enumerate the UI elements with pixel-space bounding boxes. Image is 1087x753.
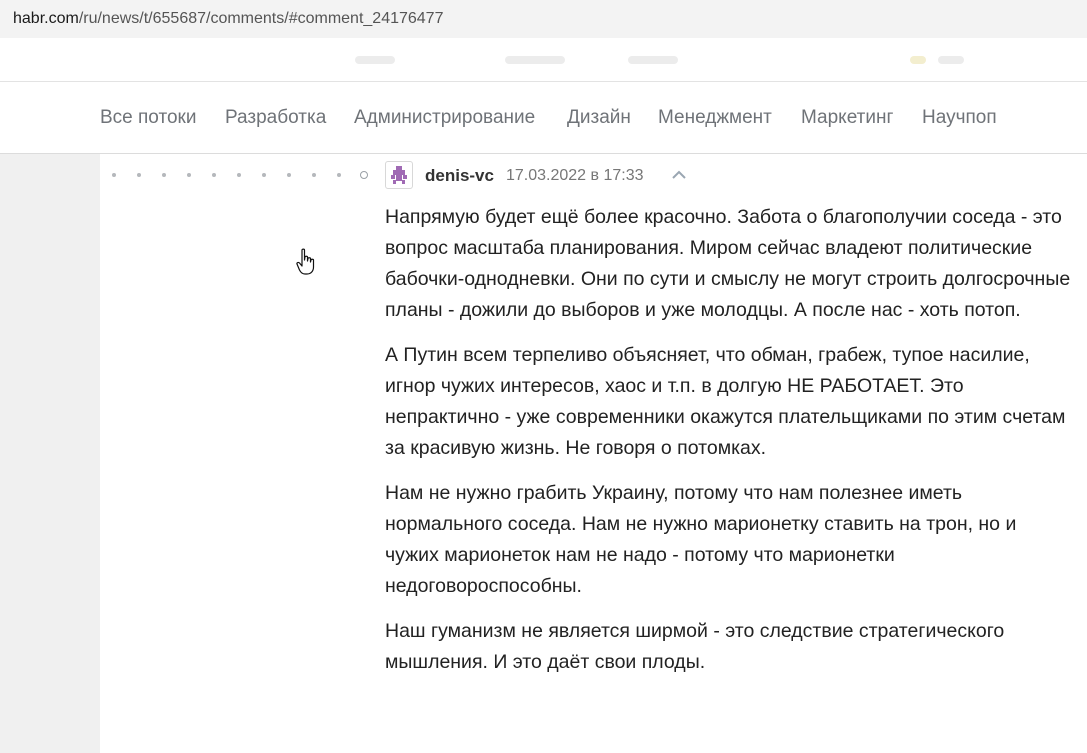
faded-header-icon xyxy=(910,56,926,64)
comment-meta: denis-vc 17.03.2022 в 17:33 xyxy=(385,161,1085,191)
nav-item-administration[interactable]: Администрирование xyxy=(354,107,535,129)
nav-item-development[interactable]: Разработка xyxy=(225,107,326,129)
comment-body: Напрямую будет ещё более красочно. Забот… xyxy=(385,202,1075,692)
comment-date[interactable]: 17.03.2022 в 17:33 xyxy=(506,167,644,185)
flows-navigation: Все потоки Разработка Администрирование … xyxy=(0,82,1087,154)
chevron-up-icon[interactable] xyxy=(671,170,687,180)
thread-dot xyxy=(287,173,291,177)
url-host: habr.com xyxy=(13,10,79,27)
thread-current-dot xyxy=(360,171,368,179)
thread-dot xyxy=(212,173,216,177)
faded-header-item xyxy=(628,56,678,64)
faded-header-item xyxy=(355,56,395,64)
faded-header-item xyxy=(938,56,964,64)
nav-item-all-flows[interactable]: Все потоки xyxy=(100,107,196,129)
browser-address-bar[interactable]: habr.com/ru/news/t/655687/comments/#comm… xyxy=(0,0,1087,38)
nav-item-marketing[interactable]: Маркетинг xyxy=(801,107,893,129)
comment-paragraph: Нам не нужно грабить Украину, потому что… xyxy=(385,482,1017,597)
thread-dot xyxy=(237,173,241,177)
comments-content: denis-vc 17.03.2022 в 17:33 Напрямую буд… xyxy=(100,154,1087,753)
comment-paragraph: Напрямую будет ещё более красочно. Забот… xyxy=(385,206,1071,321)
comment-paragraph: Наш гуманизм не является ширмой - это сл… xyxy=(385,620,1005,673)
nav-item-popsci[interactable]: Научпоп xyxy=(922,107,997,129)
url-text[interactable]: habr.com/ru/news/t/655687/comments/#comm… xyxy=(13,10,443,28)
site-header xyxy=(0,38,1087,82)
nav-item-management[interactable]: Менеджмент xyxy=(658,107,772,129)
faded-header-item xyxy=(505,56,565,64)
comment-author[interactable]: denis-vc xyxy=(425,166,494,186)
thread-dot xyxy=(162,173,166,177)
url-path: /ru/news/t/655687/comments/#comment_2417… xyxy=(78,10,444,27)
thread-dot xyxy=(112,173,116,177)
thread-dot xyxy=(187,173,191,177)
identicon-avatar-icon[interactable] xyxy=(385,161,413,189)
hand-cursor-icon xyxy=(296,248,315,275)
thread-dot xyxy=(262,173,266,177)
thread-dot xyxy=(137,173,141,177)
nav-item-design[interactable]: Дизайн xyxy=(567,107,631,129)
thread-dot xyxy=(312,173,316,177)
thread-dot xyxy=(337,173,341,177)
comment-paragraph: А Путин всем терпеливо объясняет, что об… xyxy=(385,344,1066,459)
